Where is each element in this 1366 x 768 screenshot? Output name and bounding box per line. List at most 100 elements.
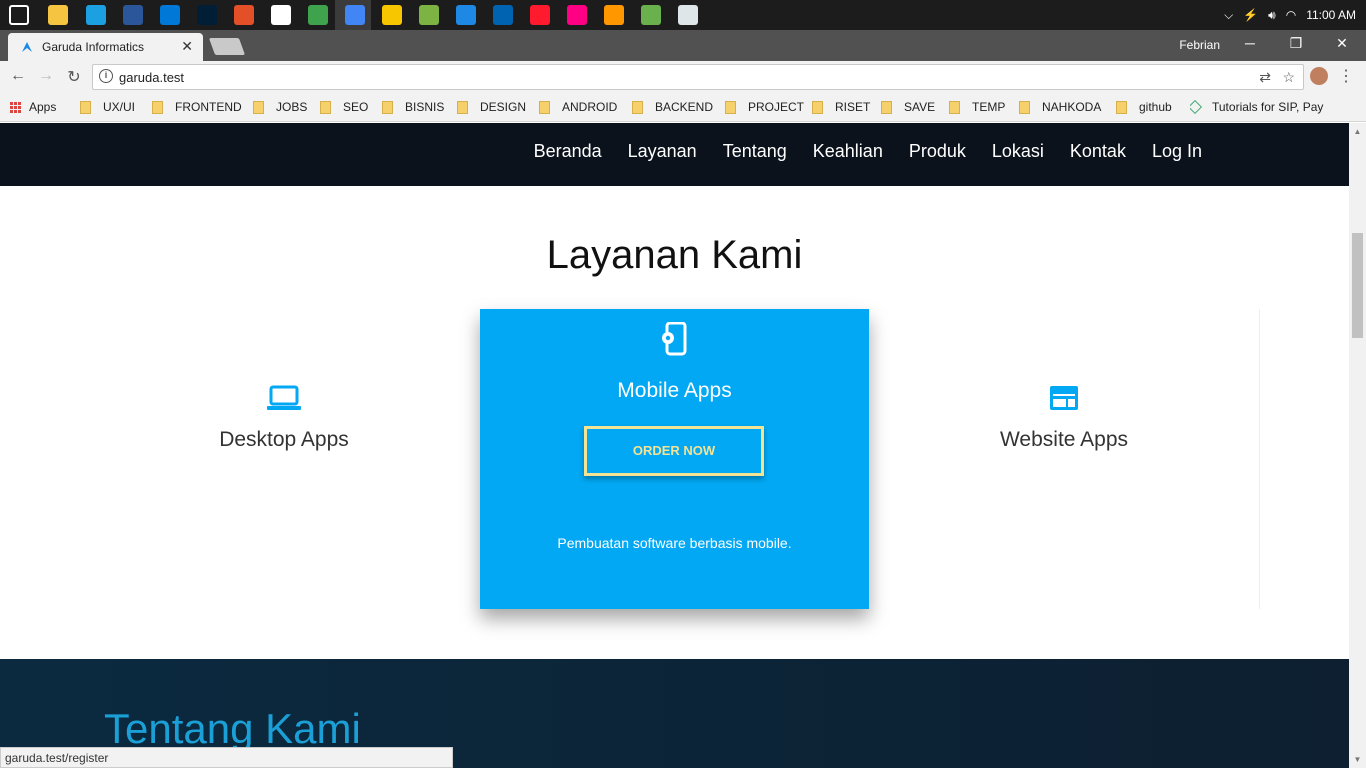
bookmark-frontend[interactable]: FRONTEND [152, 100, 242, 114]
order-now-button[interactable]: ORDER NOW [584, 426, 764, 476]
site-info-icon[interactable]: i [99, 69, 113, 83]
address-url[interactable]: garuda.test [119, 70, 184, 85]
folder-icon [725, 100, 736, 114]
service-mobile-description: Pembuatan software berbasis mobile. [557, 535, 792, 551]
vertical-divider [1259, 309, 1260, 609]
bookmark-temp[interactable]: TEMP [949, 100, 1005, 114]
nav-lokasi[interactable]: Lokasi [992, 141, 1044, 162]
tab-close-icon[interactable]: ✕ [181, 38, 193, 55]
bookmark-star-icon[interactable]: ☆ [1282, 69, 1295, 86]
website-icon [1050, 386, 1078, 410]
service-desktop-title: Desktop Apps [219, 428, 349, 451]
nav-layanan[interactable]: Layanan [628, 141, 697, 162]
folder-icon [881, 100, 892, 114]
bookmark-github[interactable]: github [1116, 100, 1172, 114]
bookmark-apps[interactable]: Apps [10, 100, 56, 114]
sketch-icon[interactable] [308, 5, 328, 25]
folder-icon [1019, 100, 1030, 114]
bookmark-backend[interactable]: BACKEND [632, 100, 713, 114]
folder-icon [320, 100, 331, 114]
browser-icon[interactable] [456, 5, 476, 25]
restore-icon[interactable]: ❐ [1286, 35, 1306, 52]
page-scrollbar[interactable]: ▲ ▼ [1349, 123, 1366, 768]
sublime-icon[interactable] [604, 5, 624, 25]
close-window-icon[interactable]: ✕ [1332, 35, 1352, 52]
opera-icon[interactable] [530, 5, 550, 25]
clock[interactable]: 11:00 AM [1306, 8, 1356, 22]
laptop-icon [267, 385, 301, 410]
nav-kontak[interactable]: Kontak [1070, 141, 1126, 162]
nav-beranda[interactable]: Beranda [534, 141, 602, 162]
outlook-icon[interactable] [160, 5, 180, 25]
scroll-thumb[interactable] [1352, 233, 1363, 338]
search-app-icon[interactable] [86, 5, 106, 25]
services-heading: Layanan Kami [546, 233, 803, 277]
window-icon[interactable] [678, 5, 698, 25]
network-icon[interactable]: ⚡ [1243, 8, 1258, 22]
remote-icon[interactable] [493, 5, 513, 25]
paint-icon[interactable] [234, 5, 254, 25]
scroll-down-icon[interactable]: ▼ [1349, 751, 1366, 768]
chrome-menu-icon[interactable]: ⋮ [1338, 66, 1354, 86]
bookmark-design[interactable]: DESIGN [457, 100, 526, 114]
folder-icon [80, 100, 91, 114]
tab-strip: Garuda Informatics ✕ Febrian ─ ❐ ✕ [0, 30, 1366, 61]
bookmark-nahkoda[interactable]: NAHKODA [1019, 100, 1101, 114]
reload-icon[interactable]: ↻ [64, 67, 84, 87]
service-desktop[interactable]: Desktop Apps [150, 385, 418, 452]
new-tab-button[interactable] [208, 38, 246, 55]
bookmark-uxui[interactable]: UX/UI [80, 100, 135, 114]
chrome-icon[interactable] [345, 5, 365, 25]
scroll-up-icon[interactable]: ▲ [1349, 123, 1366, 140]
forward-icon[interactable]: → [36, 67, 56, 85]
folder-icon [457, 100, 468, 114]
wifi-icon[interactable]: ◠ [1286, 8, 1296, 22]
bookmark-save[interactable]: SAVE [881, 100, 935, 114]
notes-icon[interactable] [382, 5, 402, 25]
translate-icon[interactable]: ⇄ [1259, 69, 1271, 86]
nav-keahlian[interactable]: Keahlian [813, 141, 883, 162]
bookmark-bisnis[interactable]: BISNIS [382, 100, 444, 114]
volume-icon[interactable]: 🔊︎ [1268, 8, 1276, 23]
folder-icon [539, 100, 550, 114]
nav-tentang[interactable]: Tentang [723, 141, 787, 162]
photoshop-icon[interactable] [197, 5, 217, 25]
folder-icon [632, 100, 643, 114]
profile-name[interactable]: Febrian [1179, 38, 1220, 52]
address-bar[interactable]: i garuda.test ⇄ ☆ [92, 64, 1304, 90]
back-icon[interactable]: ← [8, 67, 28, 85]
word-icon[interactable] [123, 5, 143, 25]
windows-start-icon[interactable] [9, 5, 29, 25]
about-heading: Tentang Kami [104, 705, 361, 752]
bookmark-jobs[interactable]: JOBS [253, 100, 307, 114]
folder-icon [1116, 100, 1127, 114]
nav-produk[interactable]: Produk [909, 141, 966, 162]
obs-icon[interactable] [271, 5, 291, 25]
system-tray: ⌵ ⚡ 🔊︎ ◠ 11:00 AM [1224, 0, 1366, 30]
lambda-icon[interactable] [419, 5, 439, 25]
service-mobile-card[interactable]: Mobile Apps ORDER NOW Pembuatan software… [480, 309, 869, 609]
tray-chevron-icon[interactable]: ⌵ [1224, 8, 1233, 23]
service-website-title: Website Apps [999, 428, 1129, 451]
bookmark-tutorials[interactable]: Tutorials for SIP, Pay [1190, 100, 1325, 114]
service-mobile-title: Mobile Apps [617, 379, 732, 402]
folder-icon [949, 100, 960, 114]
browser-toolbar: ← → ↻ i garuda.test ⇄ ☆ ⋮ [0, 61, 1366, 93]
bookmark-riset[interactable]: RISET [812, 100, 870, 114]
nav-login[interactable]: Log In [1152, 141, 1202, 162]
bookmark-seo[interactable]: SEO [320, 100, 368, 114]
flickr-icon[interactable] [567, 5, 587, 25]
link-status-bar: garuda.test/register [0, 747, 453, 768]
service-website[interactable]: Website Apps [930, 385, 1198, 452]
minimize-icon[interactable]: ─ [1240, 35, 1260, 51]
hs-icon[interactable] [641, 5, 661, 25]
bookmarks-bar: Apps UX/UI FRONTEND JOBS SEO BISNIS DESI… [0, 93, 1366, 122]
bookmark-project[interactable]: PROJECT [725, 100, 804, 114]
folder-icon [812, 100, 823, 114]
folder-icon [152, 100, 163, 114]
tab-title: Garuda Informatics [42, 40, 145, 54]
file-explorer-icon[interactable] [48, 5, 68, 25]
profile-avatar-icon[interactable] [1310, 67, 1328, 85]
browser-tab[interactable]: Garuda Informatics ✕ [8, 33, 203, 61]
bookmark-android[interactable]: ANDROID [539, 100, 617, 114]
